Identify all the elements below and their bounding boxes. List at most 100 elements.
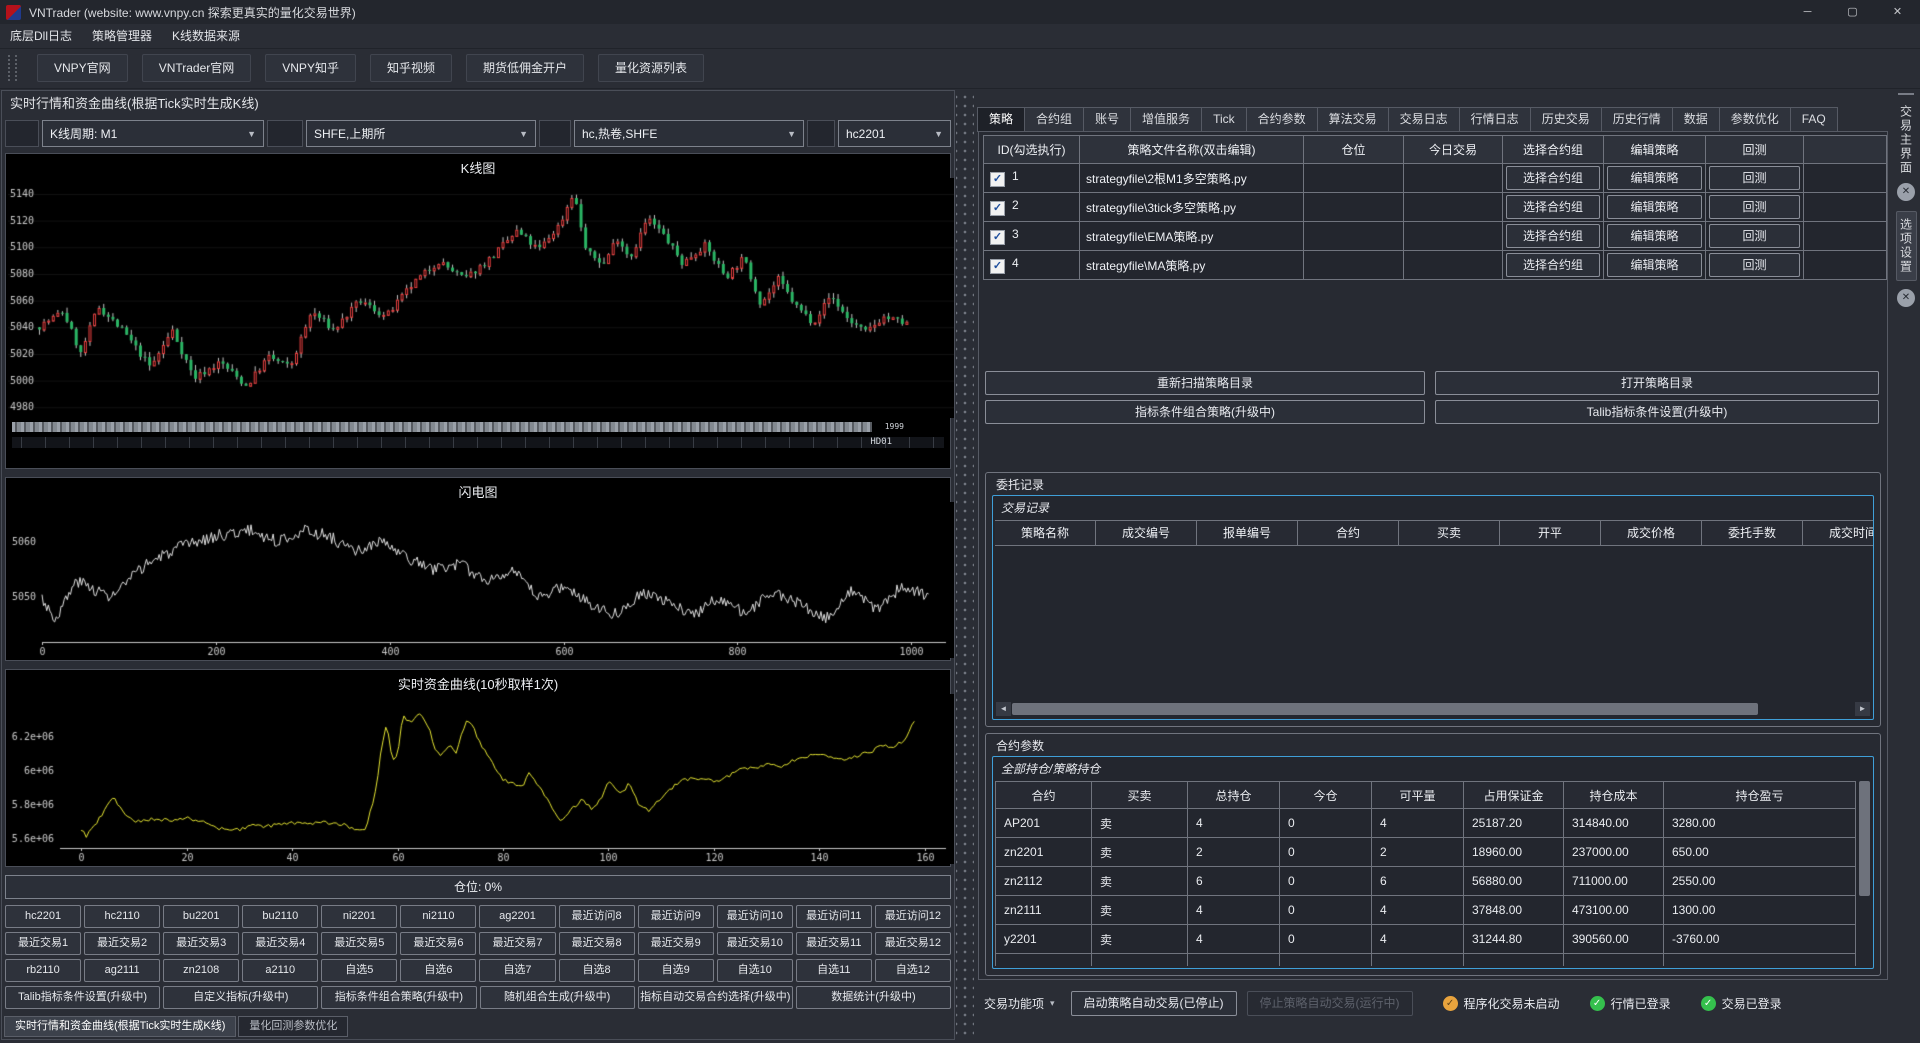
edit-strategy-button[interactable]: 编辑策略 — [1607, 166, 1702, 190]
quick-contract-button[interactable]: 最近交易8 — [558, 932, 635, 955]
tab-10[interactable]: 历史行情 — [1600, 107, 1673, 132]
quick-contract-button[interactable]: ni2110 — [400, 905, 477, 928]
quick-contract-button[interactable]: 自选10 — [716, 959, 793, 982]
strategy-checkbox[interactable]: ✓ — [990, 259, 1005, 274]
quick-contract-button[interactable]: ag2201 — [479, 905, 556, 928]
tab-12[interactable]: 参数优化 — [1718, 107, 1791, 132]
kline-chart-canvas[interactable] — [8, 178, 954, 418]
contract-selector-3[interactable]: hc2201 ▼ — [838, 120, 951, 147]
vertical-splitter[interactable] — [956, 90, 974, 1040]
quick-contract-button[interactable]: 最近访问9 — [637, 905, 714, 928]
trade-function-menu[interactable]: 交易功能项 ▾ — [978, 995, 1061, 1012]
tab-5[interactable]: 合约参数 — [1245, 107, 1318, 132]
tool-button[interactable]: Talib指标条件设置(升级中) — [5, 986, 161, 1009]
scroll-left-icon[interactable]: ◄ — [996, 702, 1011, 716]
maximize-button[interactable]: ▢ — [1830, 0, 1875, 24]
menu-item-0[interactable]: 底层Dll日志 — [0, 25, 82, 48]
tab-13[interactable]: FAQ — [1789, 107, 1838, 132]
talib-setting-button[interactable]: Talib指标条件设置(升级中) — [1435, 400, 1879, 424]
open-strategy-dir-button[interactable]: 打开策略目录 — [1435, 371, 1879, 395]
quick-contract-button[interactable]: bu2110 — [242, 905, 319, 928]
strategy-file-cell[interactable]: strategyfile\MA策略.py — [1079, 250, 1304, 280]
quick-contract-button[interactable]: 自选9 — [637, 959, 714, 982]
quick-contract-button[interactable]: 最近交易5 — [321, 932, 398, 955]
side-tab-1[interactable]: 选项设置 — [1895, 211, 1917, 281]
quick-contract-button[interactable]: 最近交易2 — [84, 932, 161, 955]
toolbar-button-0[interactable]: VNPY官网 — [37, 54, 128, 82]
minimize-button[interactable]: ─ — [1785, 0, 1830, 24]
quick-contract-button[interactable]: 自选11 — [795, 959, 872, 982]
strategy-checkbox[interactable]: ✓ — [990, 201, 1005, 216]
quick-contract-button[interactable]: ni2201 — [321, 905, 398, 928]
quick-contract-button[interactable]: 最近交易10 — [716, 932, 793, 955]
backtest-button[interactable]: 回测 — [1709, 166, 1800, 190]
hscroll-thumb[interactable] — [1012, 703, 1758, 715]
quick-contract-button[interactable]: hc2201 — [5, 905, 82, 928]
quick-contract-button[interactable]: 自选12 — [874, 959, 951, 982]
tab-8[interactable]: 行情日志 — [1458, 107, 1531, 132]
quick-contract-button[interactable]: a2110 — [242, 959, 319, 982]
toolbar-button-4[interactable]: 期货低佣金开户 — [465, 54, 584, 82]
left-dock-tab-1[interactable]: 量化回测参数优化 — [238, 1016, 349, 1037]
quick-contract-button[interactable]: ag2111 — [84, 959, 161, 982]
holding-row[interactable]: y2201 卖 4 0 4 31244.80 390560.00 -3760.00 — [995, 924, 1856, 954]
equity-chart-canvas[interactable] — [8, 694, 954, 864]
tab-0[interactable]: 策略 — [977, 107, 1026, 132]
backtest-button[interactable]: 回测 — [1709, 224, 1800, 248]
kline-xaxis-scrollbar[interactable] — [12, 422, 872, 432]
menu-item-1[interactable]: 策略管理器 — [82, 25, 162, 48]
quick-contract-button[interactable]: 最近交易4 — [242, 932, 319, 955]
toolbar-button-5[interactable]: 量化资源列表 — [597, 54, 704, 82]
edit-strategy-button[interactable]: 编辑策略 — [1607, 224, 1702, 248]
select-contract-group-button[interactable]: 选择合约组 — [1506, 166, 1600, 190]
tool-button[interactable]: 指标条件组合策略(升级中) — [321, 986, 477, 1009]
select-contract-group-button[interactable]: 选择合约组 — [1506, 195, 1600, 219]
quick-contract-button[interactable]: zn2108 — [163, 959, 240, 982]
strategy-file-cell[interactable]: strategyfile\2根M1多空策略.py — [1079, 163, 1304, 193]
menu-item-2[interactable]: K线数据来源 — [162, 25, 250, 48]
tick-chart-canvas[interactable] — [8, 502, 954, 658]
holding-row[interactable]: zn2112 卖 6 0 6 56880.00 711000.00 2550.00 — [995, 866, 1856, 896]
tab-1[interactable]: 合约组 — [1024, 107, 1085, 132]
quick-contract-button[interactable]: 自选7 — [479, 959, 556, 982]
tab-2[interactable]: 账号 — [1083, 107, 1132, 132]
holding-row[interactable]: AP201 卖 4 0 4 25187.20 314840.00 3280.00 — [995, 808, 1856, 838]
strategy-file-cell[interactable]: strategyfile\3tick多空策略.py — [1079, 192, 1304, 222]
quick-contract-button[interactable]: 最近访问8 — [558, 905, 635, 928]
quick-contract-button[interactable]: 最近交易1 — [5, 932, 82, 955]
tab-6[interactable]: 算法交易 — [1316, 107, 1389, 132]
quick-contract-button[interactable]: 最近交易3 — [163, 932, 240, 955]
contract-selector-1[interactable]: SHFE,上期所 ▼ — [306, 120, 536, 147]
tool-button[interactable]: 指标自动交易合约选择(升级中) — [637, 986, 793, 1009]
tab-7[interactable]: 交易日志 — [1387, 107, 1460, 132]
tab-3[interactable]: 增值服务 — [1130, 107, 1203, 132]
edit-strategy-button[interactable]: 编辑策略 — [1607, 253, 1702, 277]
strategy-checkbox[interactable]: ✓ — [990, 230, 1005, 245]
quick-contract-button[interactable]: 最近交易11 — [795, 932, 872, 955]
indicator-combo-strategy-button[interactable]: 指标条件组合策略(升级中) — [985, 400, 1425, 424]
side-tab-0[interactable]: 交易主界面 — [1898, 105, 1915, 175]
quick-contract-button[interactable]: rb2110 — [5, 959, 82, 982]
start-auto-trade-button[interactable]: 启动策略自动交易(已停止) — [1070, 990, 1237, 1016]
contract-selector-2[interactable]: hc,热卷,SHFE ▼ — [574, 120, 804, 147]
quick-contract-button[interactable]: 最近交易7 — [479, 932, 556, 955]
rescan-strategy-dir-button[interactable]: 重新扫描策略目录 — [985, 371, 1425, 395]
tool-button[interactable]: 数据统计(升级中) — [795, 986, 952, 1009]
tool-button[interactable]: 自定义指标(升级中) — [163, 986, 319, 1009]
strategy-file-cell[interactable]: strategyfile\EMA策略.py — [1079, 221, 1304, 251]
tab-11[interactable]: 数据 — [1671, 107, 1720, 132]
toolbar-button-3[interactable]: 知乎视频 — [369, 54, 452, 82]
trade-table-hscrollbar[interactable]: ◄ ► — [996, 702, 1870, 716]
toolbar-button-1[interactable]: VNTrader官网 — [141, 54, 252, 82]
holding-row[interactable]: zn2201 卖 2 0 2 18960.00 237000.00 650.00 — [995, 837, 1856, 867]
quick-contract-button[interactable]: 最近交易12 — [874, 932, 951, 955]
circle-close-icon[interactable]: ✕ — [1897, 289, 1915, 307]
scroll-right-icon[interactable]: ► — [1855, 702, 1870, 716]
quick-contract-button[interactable]: hc2110 — [84, 905, 161, 928]
quick-contract-button[interactable]: 最近访问12 — [874, 905, 951, 928]
backtest-button[interactable]: 回测 — [1709, 253, 1800, 277]
close-button[interactable]: ✕ — [1875, 0, 1920, 24]
quick-contract-button[interactable]: 最近访问10 — [716, 905, 793, 928]
holding-row[interactable]: zn2111 卖 4 0 4 37848.00 473100.00 1300.00 — [995, 895, 1856, 925]
contract-selector-0[interactable]: K线周期: M1 ▼ — [42, 120, 264, 147]
